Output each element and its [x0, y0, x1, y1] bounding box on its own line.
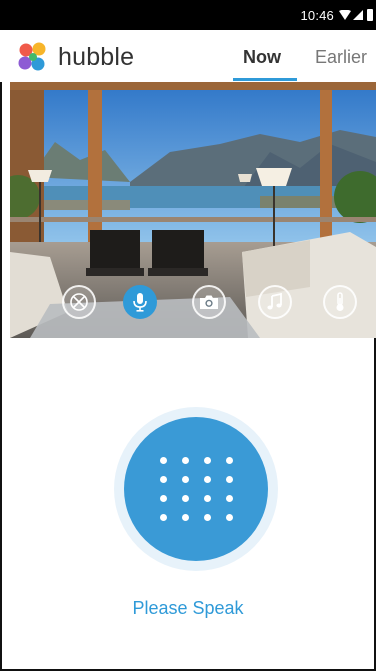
camera-snapshot-icon — [200, 295, 218, 309]
dot-grid-icon — [159, 457, 233, 521]
lullaby-music-button[interactable] — [258, 285, 292, 319]
status-bar: 10:46 — [0, 0, 376, 30]
battery-icon — [367, 9, 373, 21]
status-time: 10:46 — [300, 8, 334, 23]
push-to-talk-button[interactable] — [124, 417, 268, 561]
microphone-button[interactable] — [123, 285, 157, 319]
camera-snapshot-button[interactable] — [192, 285, 226, 319]
camera-live-view[interactable] — [10, 82, 376, 338]
microphone-icon — [133, 293, 147, 312]
pan-tilt-button[interactable] — [62, 285, 96, 319]
brand-name: hubble — [58, 43, 135, 71]
thermometer-icon — [336, 292, 344, 311]
music-note-icon — [267, 293, 282, 310]
app-header: hubble Now Earlier — [0, 30, 376, 82]
tab-now[interactable]: Now — [243, 47, 281, 68]
wifi-icon — [339, 10, 351, 20]
temperature-button[interactable] — [323, 285, 357, 319]
tab-earlier[interactable]: Earlier — [315, 47, 367, 68]
pan-tilt-icon — [70, 293, 88, 311]
active-tab-indicator — [233, 78, 297, 81]
please-speak-label: Please Speak — [132, 598, 244, 618]
hubble-logo-icon — [18, 42, 46, 71]
signal-icon — [353, 10, 363, 20]
